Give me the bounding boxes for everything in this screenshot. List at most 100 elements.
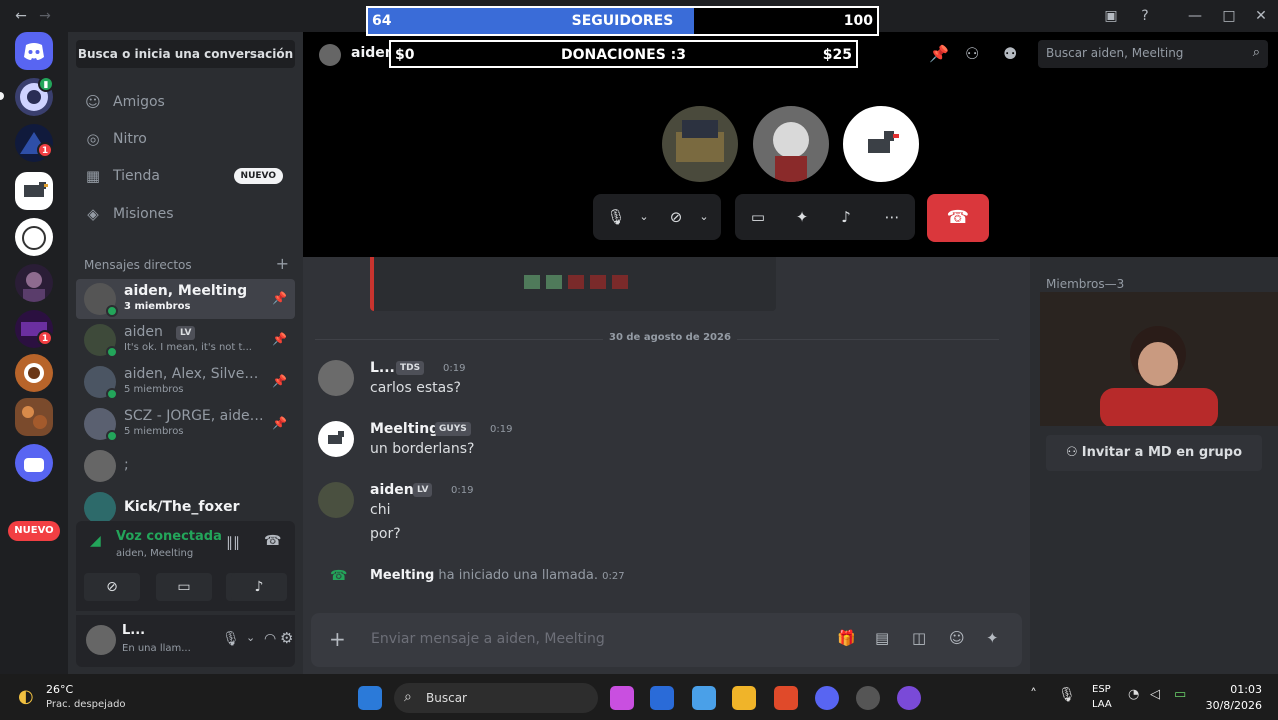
pin-icon[interactable]: 📌: [929, 44, 949, 63]
disconnect-icon[interactable]: ☎: [264, 533, 281, 549]
dm-item[interactable]: SCZ - JORGE, aiden,... 5 miembros 📌: [76, 404, 295, 444]
online-status-dot: [106, 346, 118, 358]
nav-quests[interactable]: ◈ Misiones: [76, 197, 295, 231]
dm-item[interactable]: ;: [76, 446, 295, 486]
dm-item[interactable]: aiden LV It's ok. I mean, it's not t... …: [76, 320, 295, 360]
language[interactable]: ESP: [1092, 684, 1111, 695]
apps-icon[interactable]: ✦: [986, 629, 999, 647]
dm-item[interactable]: aiden, Meelting 3 miembros 📌: [76, 279, 295, 319]
attach-plus-icon[interactable]: +: [329, 628, 346, 650]
message-avatar[interactable]: [318, 360, 354, 396]
create-dm-icon[interactable]: +: [276, 254, 289, 273]
chevron-up-icon[interactable]: ˄: [1030, 687, 1037, 703]
battery-icon[interactable]: ▭: [1174, 687, 1186, 702]
server-icon-avatar[interactable]: [15, 264, 53, 302]
participant-avatar[interactable]: [662, 106, 738, 182]
chevron-down-icon[interactable]: ⌄: [246, 631, 255, 644]
participant-avatar[interactable]: [753, 106, 829, 182]
obs-icon[interactable]: [856, 686, 880, 710]
webcam-video[interactable]: [1040, 292, 1278, 426]
new-server-badge[interactable]: NUEVO: [8, 521, 60, 541]
camera-off-button[interactable]: ⊘: [84, 573, 140, 601]
user-avatar[interactable]: [86, 625, 116, 655]
pin-icon[interactable]: 📌: [272, 332, 287, 346]
message-text: carlos estas?: [370, 380, 461, 396]
emoji-icon[interactable]: ☺: [949, 629, 965, 647]
participant-avatar-speaking[interactable]: [843, 106, 919, 182]
more-icon[interactable]: ⋯: [881, 206, 903, 228]
message-author[interactable]: L...: [370, 360, 395, 376]
inbox-icon[interactable]: ▣: [1102, 7, 1120, 25]
embed-box: [546, 275, 562, 289]
embed-preview[interactable]: [370, 257, 776, 311]
microphone-icon[interactable]: 🎙: [605, 206, 627, 228]
voice-status-title[interactable]: Voz conectada: [116, 529, 222, 544]
dm-item[interactable]: aiden, Alex, SilverCr... 5 miembros 📌: [76, 362, 295, 402]
back-arrow-icon[interactable]: ←: [12, 7, 30, 25]
pin-icon[interactable]: 📌: [272, 291, 287, 305]
brave-browser-icon[interactable]: [774, 686, 798, 710]
voice-connected-panel: ◢ Voz conectada aiden, Meelting ∥∥ ☎ ⊘ ▭…: [76, 521, 295, 611]
start-windows-icon[interactable]: [358, 686, 382, 710]
chevron-down-icon[interactable]: ⌄: [633, 206, 655, 228]
server-icon-cat[interactable]: [15, 218, 53, 256]
add-friends-icon[interactable]: ⚇: [965, 44, 979, 63]
close-icon[interactable]: ✕: [1252, 7, 1270, 25]
file-explorer-icon[interactable]: [732, 686, 756, 710]
copilot-icon[interactable]: [610, 686, 634, 710]
hang-up-button[interactable]: ☎: [927, 194, 989, 242]
server-icon-food[interactable]: [15, 398, 53, 436]
mail-icon[interactable]: [650, 686, 674, 710]
microphone-icon[interactable]: 🎙: [222, 631, 240, 647]
settings-gear-icon[interactable]: ⚙: [280, 629, 293, 647]
message-author[interactable]: aiden: [370, 482, 414, 498]
noise-suppression-icon[interactable]: ∥∥: [226, 535, 240, 551]
dm-sub: 5 miembros: [124, 426, 184, 437]
taskbar-search[interactable]: ⌕ Buscar: [394, 683, 598, 713]
wifi-icon[interactable]: ◔: [1128, 687, 1139, 702]
headphones-icon[interactable]: ◠: [264, 631, 276, 647]
store-icon[interactable]: [692, 686, 716, 710]
members-panel: Miembros—3 ⚇ Invitar a MD en grupo: [1030, 257, 1278, 674]
screen-share-icon[interactable]: ▭: [747, 206, 769, 228]
message-input[interactable]: + Enviar mensaje a aiden, Meelting 🎁 ▤ ◫…: [311, 613, 1022, 667]
forward-arrow-icon[interactable]: →: [36, 7, 54, 25]
nav-friends[interactable]: ☺ Amigos: [76, 85, 295, 119]
activities-icon[interactable]: ✦: [791, 206, 813, 228]
soundboard-icon[interactable]: ♪: [835, 206, 857, 228]
screen-share-button[interactable]: ▭: [156, 573, 212, 601]
pin-icon[interactable]: 📌: [272, 374, 287, 388]
nav-shop[interactable]: ▦ Tienda NUEVO: [76, 159, 295, 193]
soundboard-button[interactable]: ♪: [231, 573, 287, 601]
discord-taskbar-icon[interactable]: [815, 686, 839, 710]
pin-icon[interactable]: 📌: [272, 416, 287, 430]
nav-nitro[interactable]: ◎ Nitro: [76, 122, 295, 156]
discord-home-icon[interactable]: [15, 32, 53, 70]
volume-icon[interactable]: ◁: [1150, 687, 1160, 702]
message-avatar[interactable]: [318, 421, 354, 457]
chat-app-icon[interactable]: [897, 686, 921, 710]
microphone-tray-icon[interactable]: 🎙: [1058, 687, 1076, 703]
server-icon-coffee[interactable]: [15, 354, 53, 392]
clock-time[interactable]: 01:03: [1230, 683, 1262, 696]
search-box[interactable]: Buscar aiden, Meelting ⌕: [1038, 40, 1268, 68]
sticker-icon[interactable]: ◫: [912, 629, 926, 647]
help-icon[interactable]: ?: [1136, 7, 1154, 25]
gif-icon[interactable]: ▤: [875, 629, 889, 647]
system-author[interactable]: Meelting: [370, 568, 434, 583]
invite-group-dm-button[interactable]: ⚇ Invitar a MD en grupo: [1046, 435, 1262, 471]
maximize-icon[interactable]: □: [1220, 7, 1238, 25]
server-icon-bot[interactable]: [15, 444, 53, 482]
find-conversation-button[interactable]: Busca o inicia una conversación: [76, 40, 295, 68]
chevron-down-icon[interactable]: ⌄: [693, 206, 715, 228]
minimize-icon[interactable]: —: [1186, 7, 1204, 25]
members-list-icon[interactable]: ⚉: [1003, 44, 1017, 63]
message-author[interactable]: Meelting: [370, 421, 439, 437]
message-avatar[interactable]: [318, 482, 354, 518]
camera-off-icon[interactable]: ⊘: [665, 206, 687, 228]
server-icon-pigeon[interactable]: [15, 172, 53, 210]
gift-icon[interactable]: 🎁: [837, 629, 856, 647]
dm-name: aiden, Meelting: [124, 283, 248, 299]
weather-icon[interactable]: ◐: [18, 686, 34, 707]
dm-sub: 3 miembros: [124, 301, 191, 312]
